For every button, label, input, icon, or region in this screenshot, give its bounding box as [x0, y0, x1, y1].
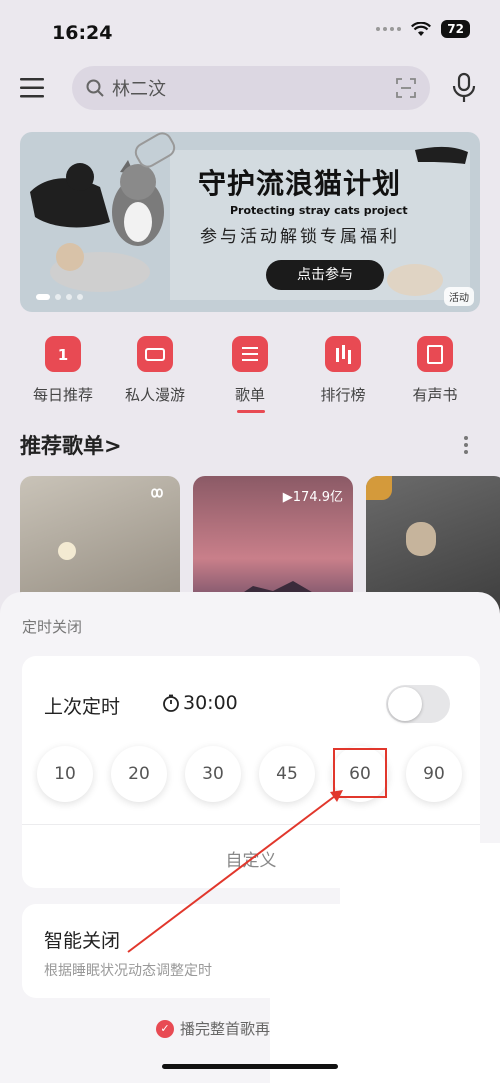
- menu-icon[interactable]: [20, 76, 46, 100]
- active-category-indicator: [237, 410, 265, 413]
- category-audiobook[interactable]: 有声书: [390, 336, 480, 405]
- last-timer-value: 30:00: [162, 692, 238, 714]
- category-label: 私人漫游: [124, 386, 185, 404]
- timer-option-45[interactable]: 45: [259, 746, 315, 802]
- last-timer-label: 上次定时: [44, 696, 121, 718]
- banner-description: 参与活动解锁专属福利: [200, 227, 400, 247]
- banner-subtitle: Protecting stray cats project: [230, 204, 408, 217]
- category-daily[interactable]: 1 每日推荐: [18, 336, 108, 405]
- book-icon: [417, 336, 453, 372]
- category-label: 每日推荐: [32, 386, 93, 404]
- timer-option-90[interactable]: 90: [406, 746, 462, 802]
- banner-pagination: [36, 294, 83, 300]
- calendar-icon: 1: [45, 336, 81, 372]
- check-icon: ✓: [156, 1019, 174, 1038]
- timer-option-20[interactable]: 20: [111, 746, 167, 802]
- home-indicator: [162, 1064, 338, 1069]
- search-bar[interactable]: 林二汶: [72, 66, 430, 110]
- category-chart[interactable]: 排行榜: [298, 336, 388, 405]
- infinity-icon: [151, 488, 163, 498]
- lamp-image: [58, 542, 76, 560]
- status-time: 16:24: [52, 22, 113, 44]
- search-input[interactable]: 林二汶: [112, 75, 396, 101]
- play-icon: ▶: [282, 490, 293, 505]
- radio-icon: [137, 336, 173, 372]
- timer-option-10[interactable]: 10: [37, 746, 93, 802]
- divider: [22, 824, 480, 825]
- battery-indicator: 72: [441, 20, 470, 38]
- chart-icon: [325, 336, 361, 372]
- status-icons: 72: [376, 20, 470, 38]
- tag-icon: [366, 476, 392, 500]
- more-icon[interactable]: [464, 436, 468, 454]
- promo-banner[interactable]: 守护流浪猫计划 Protecting stray cats project 参与…: [20, 132, 480, 312]
- banner-title: 守护流浪猫计划: [198, 167, 402, 200]
- playlist-icon: [232, 336, 268, 372]
- banner-join-button[interactable]: 点击参与: [266, 260, 384, 290]
- play-count: ▶174.9亿: [282, 490, 343, 505]
- category-roam[interactable]: 私人漫游: [110, 336, 200, 405]
- wifi-icon: [411, 21, 432, 36]
- child-image: [406, 522, 436, 556]
- section-title[interactable]: 推荐歌单>: [20, 430, 122, 460]
- signal-icon: [376, 27, 402, 31]
- category-playlist[interactable]: 歌单: [205, 336, 295, 405]
- smart-close-title: 智能关闭: [44, 930, 121, 952]
- annotation-highlight-box: [333, 748, 387, 798]
- category-label: 排行榜: [320, 386, 366, 404]
- chevron-right-icon: >: [104, 434, 122, 458]
- scan-icon[interactable]: [396, 78, 416, 98]
- category-label: 有声书: [412, 386, 458, 404]
- sheet-title: 定时关闭: [22, 618, 83, 636]
- overlay-block: [340, 843, 500, 1083]
- smart-close-description: 根据睡眠状况动态调整定时: [44, 963, 212, 979]
- category-label: 歌单: [234, 386, 265, 404]
- timer-icon: [163, 694, 179, 712]
- banner-tag: 活动: [444, 287, 474, 306]
- timer-option-30[interactable]: 30: [185, 746, 241, 802]
- finish-song-option[interactable]: ✓ 播完整首歌再: [156, 1018, 270, 1039]
- search-icon: [86, 79, 104, 97]
- toggle-knob: [388, 687, 422, 721]
- mic-icon[interactable]: [450, 72, 478, 104]
